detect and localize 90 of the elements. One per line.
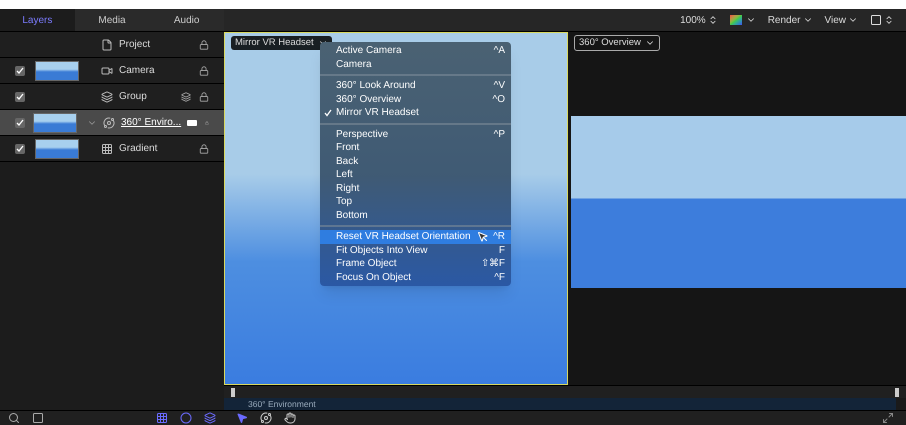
layer-name: Project [119, 38, 150, 52]
menu-item[interactable]: Mirror VR Headset [320, 106, 511, 120]
camera-dropdown[interactable]: Mirror VR Headset [231, 36, 332, 50]
menu-item-label: Left [336, 168, 354, 182]
cursor-icon [477, 230, 490, 243]
menu-item[interactable]: Camera [320, 58, 511, 71]
view-dropdown[interactable]: View [824, 12, 858, 28]
circle-icon[interactable] [180, 412, 192, 424]
layer-row[interactable]: Camera [0, 58, 224, 84]
menu-item-label: 360° Overview [336, 92, 402, 107]
timeline-bar[interactable]: 360° Environment [224, 398, 896, 410]
zoom-dropdown[interactable]: 100% [680, 12, 718, 28]
layer-name: Camera [119, 64, 155, 78]
stepper-icon [708, 15, 718, 25]
layer-name: 360° Enviro... [121, 116, 182, 130]
menu-item-label: Bottom [336, 208, 369, 223]
playhead-icon[interactable] [231, 388, 235, 396]
lock-icon[interactable] [199, 144, 209, 154]
end-marker-icon[interactable] [895, 388, 899, 396]
grid-icon[interactable] [156, 412, 168, 424]
sphere-icon [103, 116, 115, 128]
color-channel-dropdown[interactable] [730, 15, 756, 25]
menu-item-label: Frame Object [336, 257, 398, 272]
checkmark-icon [324, 108, 332, 117]
menu-item-label: Reset VR Headset Orientation [336, 230, 472, 244]
layer-name: Gradient [119, 142, 158, 156]
menu-item-label: Top [336, 195, 354, 210]
panel-tab[interactable]: Audio [149, 9, 224, 31]
menu-item[interactable]: Focus On Object ^F [320, 270, 511, 284]
menu-item[interactable]: Right [320, 182, 511, 195]
shortcut-label: ^F [494, 270, 505, 285]
menu-item-label: Focus On Object [336, 270, 412, 285]
expand-icon[interactable] [882, 412, 894, 424]
menu-item[interactable]: Top [320, 195, 511, 208]
menu-item[interactable]: Reset VR Headset Orientation ^R [320, 230, 511, 244]
layers-icon[interactable] [204, 412, 216, 424]
menu-item[interactable]: Perspective ^P [320, 128, 511, 141]
visibility-checkbox[interactable] [15, 118, 25, 128]
hand-tool-icon[interactable] [284, 412, 296, 424]
lock-icon[interactable] [199, 92, 209, 102]
shortcut-label: ⇧⌘F [480, 257, 505, 272]
menu-item[interactable]: Bottom [320, 208, 511, 222]
panel-tab[interactable]: Layers [0, 9, 75, 31]
stepper-icon [884, 15, 894, 25]
overview-dropdown[interactable]: 360° Overview [574, 35, 660, 52]
layer-name: Group [119, 90, 147, 104]
menu-item[interactable]: Fit Objects Into View F [320, 244, 511, 257]
menu-item[interactable]: 360° Look Around ^V [320, 79, 511, 92]
menu-item-label: Perspective [336, 128, 390, 142]
search-icon[interactable] [8, 412, 20, 424]
menu-item[interactable]: Frame Object ⇧⌘F [320, 257, 511, 270]
shortcut-label: F [498, 244, 505, 258]
menu-item-label: Right [336, 182, 360, 196]
menu-item-label: Active Camera [336, 44, 403, 58]
shortcut-label: ^A [494, 44, 505, 58]
camera-icon [101, 64, 113, 76]
lock-icon[interactable] [199, 40, 209, 50]
layout-dropdown[interactable] [870, 14, 894, 26]
menu-item-label: Camera [336, 58, 373, 72]
orbit-tool-icon[interactable] [260, 412, 272, 424]
visibility-checkbox[interactable] [15, 92, 25, 102]
menu-item-label: Back [336, 154, 360, 169]
lock-icon[interactable] [199, 66, 209, 76]
menu-item-label: Front [336, 141, 360, 156]
menu-item[interactable]: Front [320, 141, 511, 154]
layer-row[interactable]: 360° Enviro... [0, 110, 224, 136]
document-icon [101, 38, 113, 50]
menu-item[interactable]: 360° Overview ^O [320, 92, 511, 106]
panel-tab[interactable]: Media [74, 9, 150, 31]
visibility-checkbox[interactable] [15, 66, 25, 76]
shortcut-label: ^O [492, 92, 505, 107]
color-swatch-icon [730, 15, 742, 25]
gradient-icon [101, 142, 113, 154]
select-tool-icon[interactable] [236, 412, 248, 424]
visibility-checkbox[interactable] [15, 144, 25, 154]
menu-item-label: 360° Look Around [336, 79, 417, 94]
render-dropdown[interactable]: Render [768, 12, 812, 28]
shortcut-label: ^R [493, 230, 505, 244]
menu-item-label: Mirror VR Headset [336, 106, 420, 120]
layers-icon [181, 92, 191, 102]
mask-icon [187, 120, 198, 126]
shortcut-label: ^V [494, 79, 505, 94]
menu-item[interactable]: Back [320, 154, 511, 168]
menu-item[interactable]: Left [320, 168, 511, 182]
layer-row[interactable]: Gradient [0, 136, 224, 162]
panel-icon[interactable] [32, 412, 44, 424]
square-icon [870, 14, 882, 26]
layers-icon [101, 90, 113, 102]
menu-item-label: Fit Objects Into View [336, 244, 429, 258]
shortcut-label: ^P [494, 128, 505, 142]
